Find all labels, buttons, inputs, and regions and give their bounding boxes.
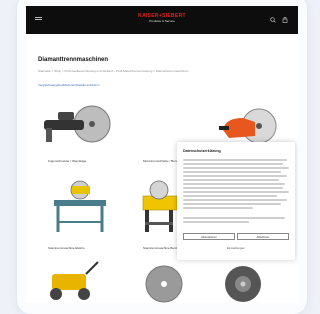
cookie-text-line xyxy=(183,167,289,169)
cookie-text-line xyxy=(183,221,249,223)
cookie-title: Datenschutzerklärung xyxy=(183,149,221,153)
search-icon[interactable] xyxy=(270,17,276,25)
cookie-text-line xyxy=(183,203,281,205)
cookie-text-line xyxy=(183,195,277,197)
product-image-wall-saw[interactable] xyxy=(40,100,120,152)
product-image-cutting-disc[interactable] xyxy=(221,260,265,303)
cookie-text-line xyxy=(183,199,287,201)
product-image-brick-saw-electric[interactable] xyxy=(48,178,112,236)
product-caption[interactable]: Fugenschneider / Wandsäge xyxy=(48,159,86,163)
cookie-accept-button[interactable]: Akzeptieren xyxy=(183,233,235,240)
product-image-floor-saw[interactable] xyxy=(40,260,100,303)
cookie-text-line xyxy=(183,171,281,173)
logo-subtitle: Produkte & Service xyxy=(149,19,175,23)
cookie-text-line xyxy=(183,183,285,185)
cookie-text-line xyxy=(183,175,287,177)
product-image-brick-saw-petrol[interactable] xyxy=(139,178,179,236)
cookie-text-line xyxy=(183,207,253,209)
site-header: KAISER+SIEBERT Produkte & Service xyxy=(26,6,298,34)
product-caption[interactable]: Steintrennmaschine Elektro xyxy=(48,246,85,250)
cookie-text-line xyxy=(183,159,287,161)
cookie-text-line xyxy=(183,187,283,189)
cookie-settings-link[interactable]: Einstellungen xyxy=(213,246,259,250)
cookie-reject-button[interactable]: Ablehnen xyxy=(237,233,289,240)
product-image-diamond-blade[interactable] xyxy=(144,260,184,303)
cookie-text-line xyxy=(183,179,279,181)
cookie-consent-dialog: Datenschutzerklärung Akzeptieren Ablehne… xyxy=(177,142,295,260)
cookie-text-line xyxy=(183,163,283,165)
product-caption[interactable]: Steintrennmaschine Benzin xyxy=(143,246,180,250)
cart-icon[interactable] xyxy=(282,16,288,25)
cookie-text-line xyxy=(183,217,285,219)
request-offer-link[interactable]: Vergleichsangebot/Mietpreis/Details anfo… xyxy=(38,83,99,87)
cookie-text-line xyxy=(183,191,289,193)
product-caption[interactable]: Motortrennschleifer / Benzin xyxy=(143,159,180,163)
site-logo[interactable]: KAISER+SIEBERT Produkte & Service xyxy=(130,13,194,23)
breadcrumb[interactable]: Startseite > Shop > Profi-Gerätevermietu… xyxy=(38,69,188,73)
page-title: Diamanttrennmaschinen xyxy=(38,57,109,63)
browser-viewport: KAISER+SIEBERT Produkte & Service Diaman… xyxy=(26,6,298,303)
hamburger-icon[interactable] xyxy=(35,17,42,18)
